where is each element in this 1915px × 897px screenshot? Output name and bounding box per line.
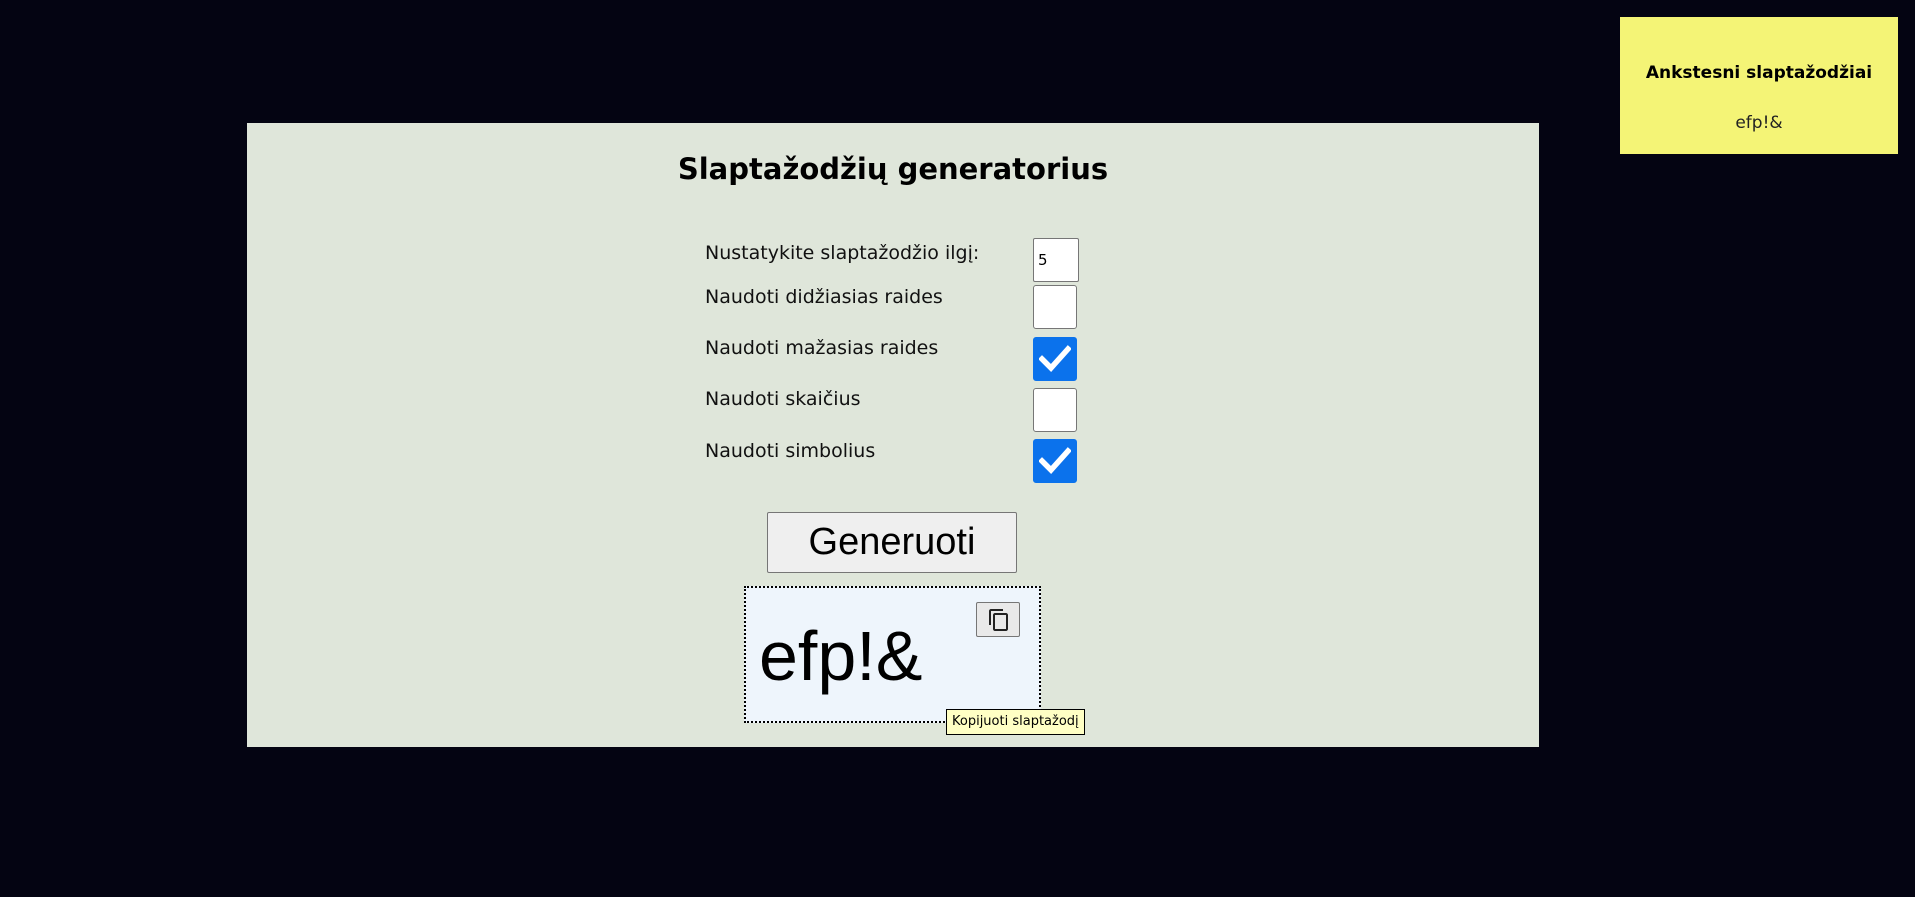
history-item[interactable]: efp!& bbox=[1620, 112, 1898, 134]
symbols-label: Naudoti simbolius bbox=[705, 440, 876, 462]
copy-tooltip: Kopijuoti slaptažodį bbox=[946, 709, 1085, 735]
symbols-checkbox[interactable] bbox=[1033, 439, 1077, 483]
numbers-checkbox[interactable] bbox=[1033, 388, 1077, 432]
generator-panel: Slaptažodžių generatorius Nustatykite sl… bbox=[247, 123, 1539, 747]
copy-icon bbox=[989, 609, 1008, 631]
lowercase-checkbox[interactable] bbox=[1033, 337, 1077, 381]
uppercase-checkbox[interactable] bbox=[1033, 285, 1077, 329]
checkmark-icon bbox=[1039, 345, 1071, 373]
checkmark-icon bbox=[1039, 447, 1071, 475]
generate-button[interactable]: Generuoti bbox=[767, 512, 1017, 573]
password-output[interactable]: efp!& bbox=[744, 586, 1041, 723]
page-title: Slaptažodžių generatorius bbox=[677, 152, 1109, 186]
copy-button[interactable] bbox=[976, 602, 1020, 637]
history-title: Ankstesni slaptažodžiai bbox=[1645, 63, 1873, 83]
numbers-label: Naudoti skaičius bbox=[705, 388, 861, 410]
generated-password[interactable]: efp!& bbox=[759, 616, 922, 696]
history-panel: Ankstesni slaptažodžiai efp!& bbox=[1620, 17, 1898, 154]
uppercase-label: Naudoti didžiasias raides bbox=[705, 286, 943, 308]
lowercase-label: Naudoti mažasias raides bbox=[705, 337, 939, 359]
password-length-input[interactable] bbox=[1033, 238, 1079, 282]
length-label: Nustatykite slaptažodžio ilgį: bbox=[705, 242, 980, 264]
